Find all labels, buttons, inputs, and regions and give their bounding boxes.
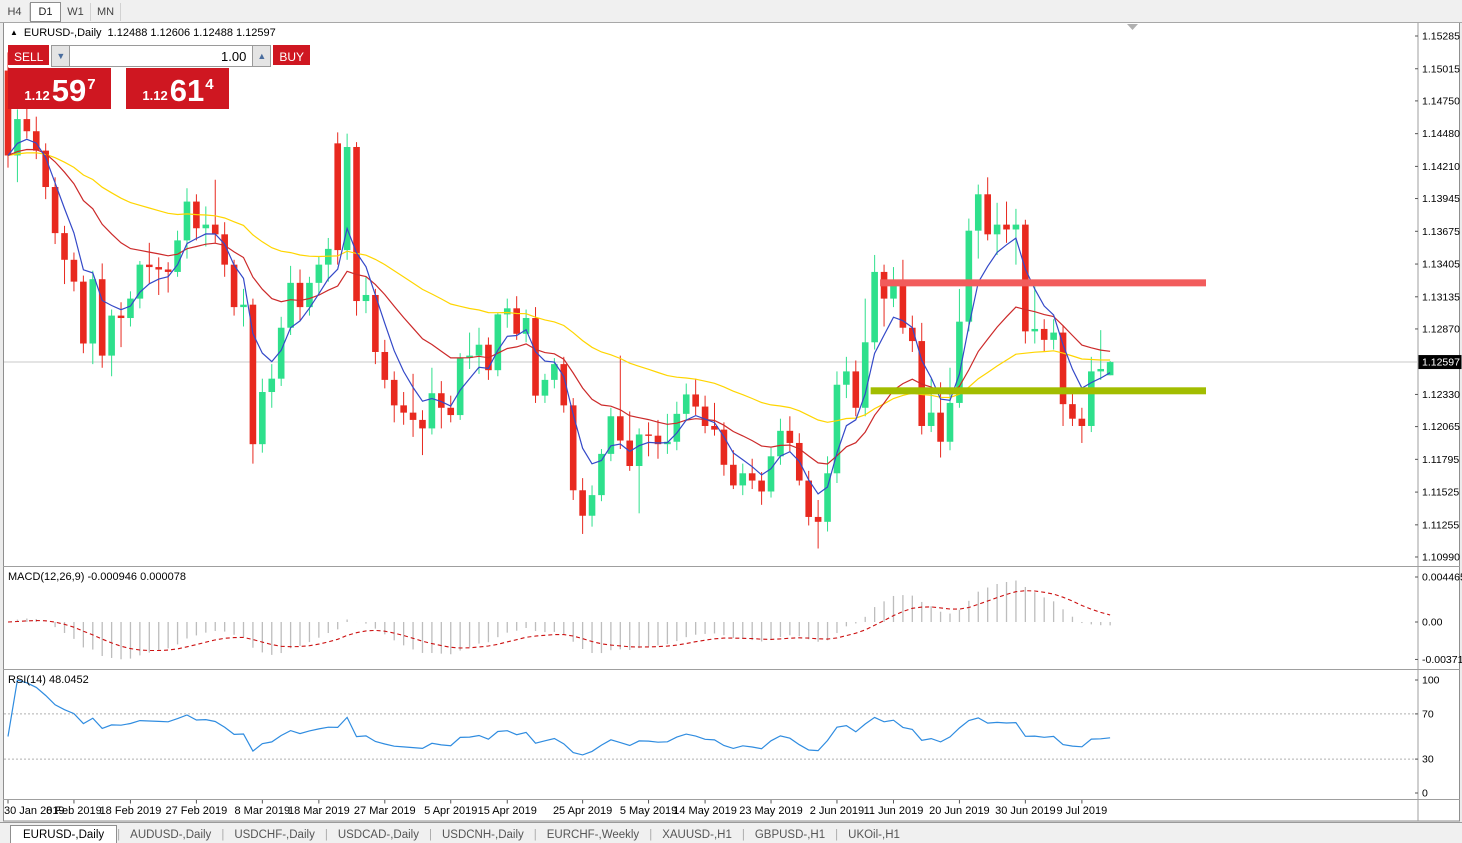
sell-pipette: 7 — [87, 76, 95, 93]
timeframe-tab-mn[interactable]: MN — [91, 3, 121, 21]
buy-pipette: 4 — [205, 76, 213, 93]
timeframe-tab-d1[interactable]: D1 — [30, 2, 61, 22]
symbol-tab-usdcad-daily[interactable]: USDCAD-,Daily — [328, 826, 429, 843]
sell-big-figure: 1.12 — [24, 88, 49, 103]
rsi-axis-label: 30 — [1422, 754, 1434, 766]
chart-window-frame — [4, 23, 1460, 822]
buy-price-display[interactable]: 1.12 61 4 — [126, 68, 229, 109]
price-axis-label: 1.13405 — [1422, 259, 1460, 271]
date-axis-label: 20 Jun 2019 — [929, 805, 990, 817]
chart-ohlc-header: ▲ EURUSD-,Daily 1.12488 1.12606 1.12488 … — [10, 27, 276, 39]
price-axis-label: 1.13945 — [1422, 193, 1460, 205]
date-axis-label: 5 Apr 2019 — [424, 805, 477, 817]
date-axis-label: 8 Feb 2019 — [46, 805, 102, 817]
symbol-tab-bar: EURUSD-,Daily|AUDUSD-,Daily|USDCHF-,Dail… — [0, 822, 1462, 843]
symbol-tab-usdcnh-daily[interactable]: USDCNH-,Daily — [432, 826, 534, 843]
date-axis-label: 23 May 2019 — [739, 805, 803, 817]
timeframe-tab-w1[interactable]: W1 — [61, 3, 91, 21]
sell-button[interactable]: SELL — [8, 45, 49, 67]
resistance-line[interactable] — [880, 279, 1206, 286]
date-axis-label: 18 Feb 2019 — [100, 805, 162, 817]
price-axis-label: 1.11255 — [1422, 519, 1459, 531]
symbol-tab-gbpusd-h1[interactable]: GBPUSD-,H1 — [745, 826, 835, 843]
rsi-indicator-label: RSI(14) 48.0452 — [8, 674, 89, 686]
support-line[interactable] — [871, 387, 1206, 394]
volume-spinner: ▼ ▲ — [51, 45, 271, 67]
date-axis-label: 27 Feb 2019 — [166, 805, 228, 817]
buy-button[interactable]: BUY — [273, 45, 310, 67]
price-axis-label: 1.13675 — [1422, 226, 1460, 238]
volume-input[interactable] — [70, 45, 252, 67]
macd-axis-label: 0.00 — [1422, 617, 1443, 629]
date-axis-label: 11 Jun 2019 — [864, 805, 924, 817]
timeframe-toolbar: H4D1W1MN — [0, 0, 1462, 23]
date-axis-label: 15 Apr 2019 — [478, 805, 537, 817]
price-axis-label: 1.15285 — [1422, 31, 1460, 43]
price-axis-label: 1.10990 — [1422, 551, 1460, 563]
rsi-axis-label: 0 — [1422, 788, 1428, 800]
date-axis-label: 30 Jun 2019 — [995, 805, 1056, 817]
buy-pips: 61 — [170, 76, 204, 106]
one-click-trading-panel: SELL ▼ ▲ BUY 1.12 59 7 1.12 61 4 — [8, 45, 229, 109]
symbol-tab-eurusd-daily[interactable]: EURUSD-,Daily — [10, 825, 117, 843]
date-axis-label: 9 Jul 2019 — [1056, 805, 1107, 817]
buy-big-figure: 1.12 — [142, 88, 167, 103]
macd-axis-label: -0.003715 — [1422, 654, 1462, 666]
macd-indicator-label: MACD(12,26,9) -0.000946 0.000078 — [8, 571, 186, 583]
date-axis-label: 25 Apr 2019 — [553, 805, 612, 817]
rsi-axis-label: 70 — [1422, 708, 1434, 720]
volume-increase-button[interactable]: ▲ — [252, 45, 271, 67]
symbol-tab-audusd-daily[interactable]: AUDUSD-,Daily — [120, 826, 221, 843]
macd-axis-label: 0.004465 — [1422, 572, 1462, 584]
timeframe-tab-h4[interactable]: H4 — [0, 3, 30, 21]
symbol-tab-usdchf-daily[interactable]: USDCHF-,Daily — [224, 826, 325, 843]
price-axis-label: 1.12065 — [1422, 421, 1460, 433]
price-axis-label: 1.11525 — [1422, 487, 1459, 499]
current-price-tag-label: 1.12597 — [1422, 357, 1460, 369]
sell-pips: 59 — [52, 76, 86, 106]
symbol-tab-eurchf-weekly[interactable]: EURCHF-,Weekly — [537, 826, 649, 843]
date-axis-label: 5 May 2019 — [620, 805, 677, 817]
rsi-axis-label: 100 — [1422, 675, 1440, 687]
date-axis-label: 2 Jun 2019 — [810, 805, 864, 817]
trading-app-window: 1.15285 1.15015 1.14750 1.14480 1.14210 1.139… — [0, 0, 1462, 843]
collapse-triangle-icon[interactable]: ▲ — [10, 29, 18, 37]
price-chart[interactable]: 1.15285 1.15015 1.14750 1.14480 1.14210 1.139… — [0, 0, 1462, 843]
price-axis-label: 1.12330 — [1422, 389, 1460, 401]
symbol-tab-xauusd-h1[interactable]: XAUUSD-,H1 — [652, 826, 742, 843]
symbol-tab-ukoil-h1[interactable]: UKOil-,H1 — [838, 826, 910, 843]
price-axis-label: 1.15015 — [1422, 63, 1460, 75]
chart-symbol-period: EURUSD-,Daily — [24, 27, 102, 39]
price-axis-label: 1.14480 — [1422, 128, 1460, 140]
date-axis-label: 18 Mar 2019 — [288, 805, 350, 817]
volume-decrease-button[interactable]: ▼ — [51, 45, 70, 67]
price-axis-label: 1.14210 — [1422, 161, 1460, 173]
price-axis-label: 1.14750 — [1422, 95, 1460, 107]
price-axis-label: 1.12870 — [1422, 323, 1460, 335]
chart-ohlc-values: 1.12488 1.12606 1.12488 1.12597 — [108, 27, 276, 39]
price-axis-label: 1.13135 — [1422, 291, 1460, 303]
price-axis-label: 1.11795 — [1422, 454, 1459, 466]
date-axis-label: 27 Mar 2019 — [354, 805, 416, 817]
sell-price-display[interactable]: 1.12 59 7 — [8, 68, 111, 109]
date-axis-label: 14 May 2019 — [673, 805, 737, 817]
date-axis-label: 8 Mar 2019 — [235, 805, 291, 817]
